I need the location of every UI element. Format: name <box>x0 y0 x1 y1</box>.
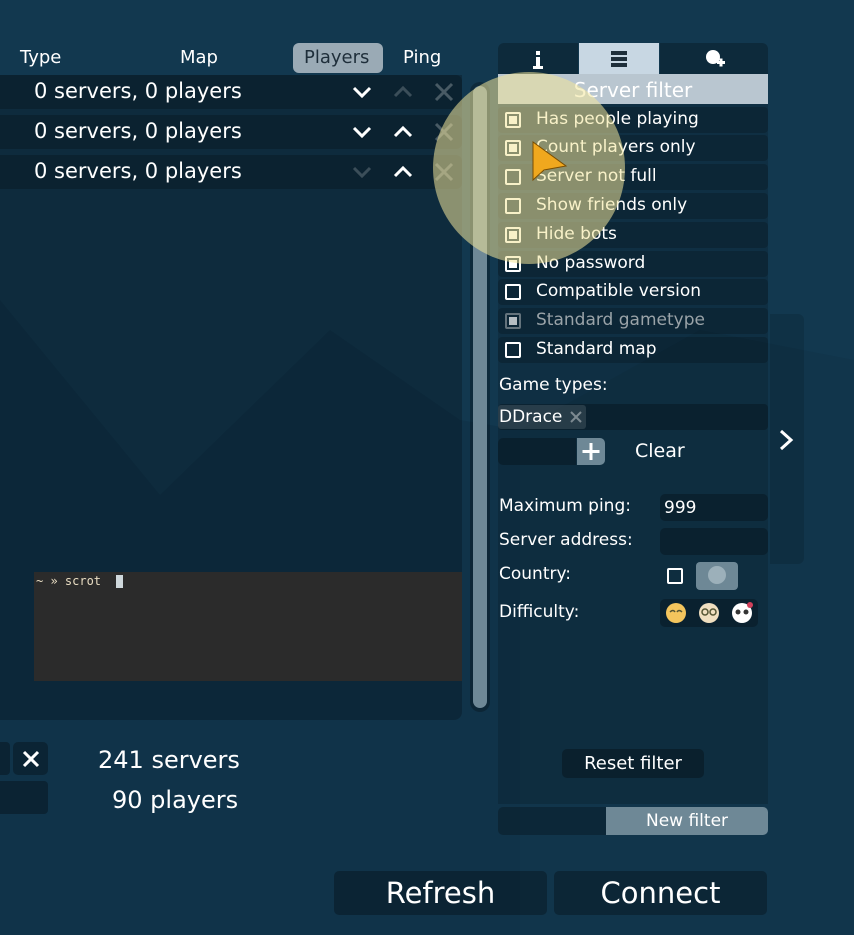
checkbox[interactable] <box>505 169 521 185</box>
filter-server-not-full[interactable]: Server not full <box>498 164 768 190</box>
game-types-label: Game types: <box>499 375 608 395</box>
max-ping-input[interactable]: 999 <box>660 494 768 521</box>
server-address-input[interactable] <box>660 528 768 555</box>
terminal-cursor <box>116 575 123 588</box>
filter-standard-map[interactable]: Standard map <box>498 337 768 363</box>
list-item[interactable]: 0 servers, 0 players <box>0 115 462 149</box>
difficulty-brutal-icon[interactable] <box>731 600 755 624</box>
checkbox-label: Show friends only <box>536 195 688 215</box>
checkbox-label: Server not full <box>536 166 657 186</box>
info-icon <box>533 51 543 69</box>
player-count: 90 players <box>112 786 239 814</box>
list-item-label: 0 servers, 0 players <box>34 79 242 103</box>
clear-search-button[interactable] <box>13 742 48 775</box>
checkbox-label: Has people playing <box>536 109 699 129</box>
country-label: Country: <box>499 564 572 584</box>
close-icon[interactable] <box>569 410 583 424</box>
column-map[interactable]: Map <box>180 47 218 68</box>
checkbox[interactable] <box>505 284 521 300</box>
list-item-label: 0 servers, 0 players <box>34 119 242 143</box>
exclude-field[interactable] <box>0 781 48 814</box>
chevron-up-icon[interactable] <box>392 161 414 183</box>
list-item[interactable]: 0 servers, 0 players <box>0 75 462 109</box>
filter-standard-gametype: Standard gametype <box>498 308 768 334</box>
column-type[interactable]: Type <box>20 47 61 68</box>
friends-icon <box>706 50 725 67</box>
reset-filter-button[interactable]: Reset filter <box>562 749 704 778</box>
filter-count-players-only[interactable]: Count players only <box>498 135 768 161</box>
search-field-edge[interactable] <box>0 742 10 775</box>
scrollbar-thumb[interactable] <box>473 86 487 708</box>
server-list-icon <box>611 51 627 67</box>
checkbox[interactable] <box>505 227 521 243</box>
tab-friends[interactable] <box>660 43 768 74</box>
chevron-down-icon <box>352 166 372 179</box>
max-ping-value: 999 <box>664 498 697 518</box>
game-type-tag[interactable]: DDrace <box>498 405 586 429</box>
scrollbar-track[interactable] <box>470 82 490 712</box>
chevron-right-icon <box>779 429 794 451</box>
filter-no-password[interactable]: No password <box>498 251 768 277</box>
country-flag-button[interactable] <box>696 562 738 590</box>
server-count: 241 servers <box>98 746 240 774</box>
server-address-label: Server address: <box>499 530 633 550</box>
chevron-up-icon <box>393 85 413 98</box>
checkbox-label: Count players only <box>536 137 696 157</box>
column-players[interactable]: Players <box>304 47 369 68</box>
country-checkbox[interactable] <box>667 568 683 584</box>
filter-has-people-playing[interactable]: Has people playing <box>498 107 768 133</box>
refresh-button[interactable]: Refresh <box>334 871 547 915</box>
difficulty-casual-icon[interactable] <box>665 602 687 624</box>
filter-compatible-version[interactable]: Compatible version <box>498 279 768 305</box>
close-icon[interactable] <box>433 161 455 183</box>
checkbox[interactable] <box>505 112 521 128</box>
game-type-tag-label: DDrace <box>499 407 563 427</box>
tab-info[interactable] <box>498 43 578 74</box>
chevron-down-icon[interactable] <box>351 81 373 103</box>
chevron-up-icon[interactable] <box>392 121 414 143</box>
checkbox[interactable] <box>505 140 521 156</box>
checkbox[interactable] <box>505 342 521 358</box>
checkbox-label: Standard gametype <box>536 310 705 330</box>
side-panel-toggle[interactable] <box>770 314 804 564</box>
game-type-input[interactable] <box>498 438 576 465</box>
filter-title: Server filter <box>573 78 693 102</box>
checkbox-label: No password <box>536 253 646 273</box>
flag-icon <box>708 566 726 584</box>
list-item-label: 0 servers, 0 players <box>34 159 242 183</box>
terminal-prompt: ~ » scrot <box>36 574 102 588</box>
terminal-window[interactable]: ~ » scrot <box>34 572 462 681</box>
connect-button[interactable]: Connect <box>554 871 767 915</box>
max-ping-label: Maximum ping: <box>499 496 631 516</box>
clear-game-types-button[interactable]: Clear <box>635 440 685 462</box>
checkbox-label: Compatible version <box>536 281 702 301</box>
checkbox[interactable] <box>505 256 521 272</box>
checkbox[interactable] <box>505 198 521 214</box>
new-filter-input[interactable] <box>498 807 606 835</box>
checkbox-label: Standard map <box>536 339 657 359</box>
tab-filter[interactable] <box>579 43 659 74</box>
difficulty-normal-icon[interactable] <box>698 602 720 624</box>
add-game-type-button[interactable] <box>577 438 605 465</box>
close-icon <box>22 750 39 767</box>
column-ping[interactable]: Ping <box>403 47 441 68</box>
checkbox <box>505 313 521 329</box>
new-filter-button[interactable]: New filter <box>606 807 768 835</box>
close-icon[interactable] <box>433 121 455 143</box>
plus-icon <box>582 443 600 460</box>
filter-show-friends-only[interactable]: Show friends only <box>498 193 768 219</box>
close-icon[interactable] <box>433 81 455 103</box>
chevron-down-icon[interactable] <box>351 121 373 143</box>
list-item[interactable]: 0 servers, 0 players <box>0 155 462 189</box>
filter-hide-bots[interactable]: Hide bots <box>498 222 768 248</box>
difficulty-label: Difficulty: <box>499 602 580 622</box>
checkbox-label: Hide bots <box>536 224 617 244</box>
